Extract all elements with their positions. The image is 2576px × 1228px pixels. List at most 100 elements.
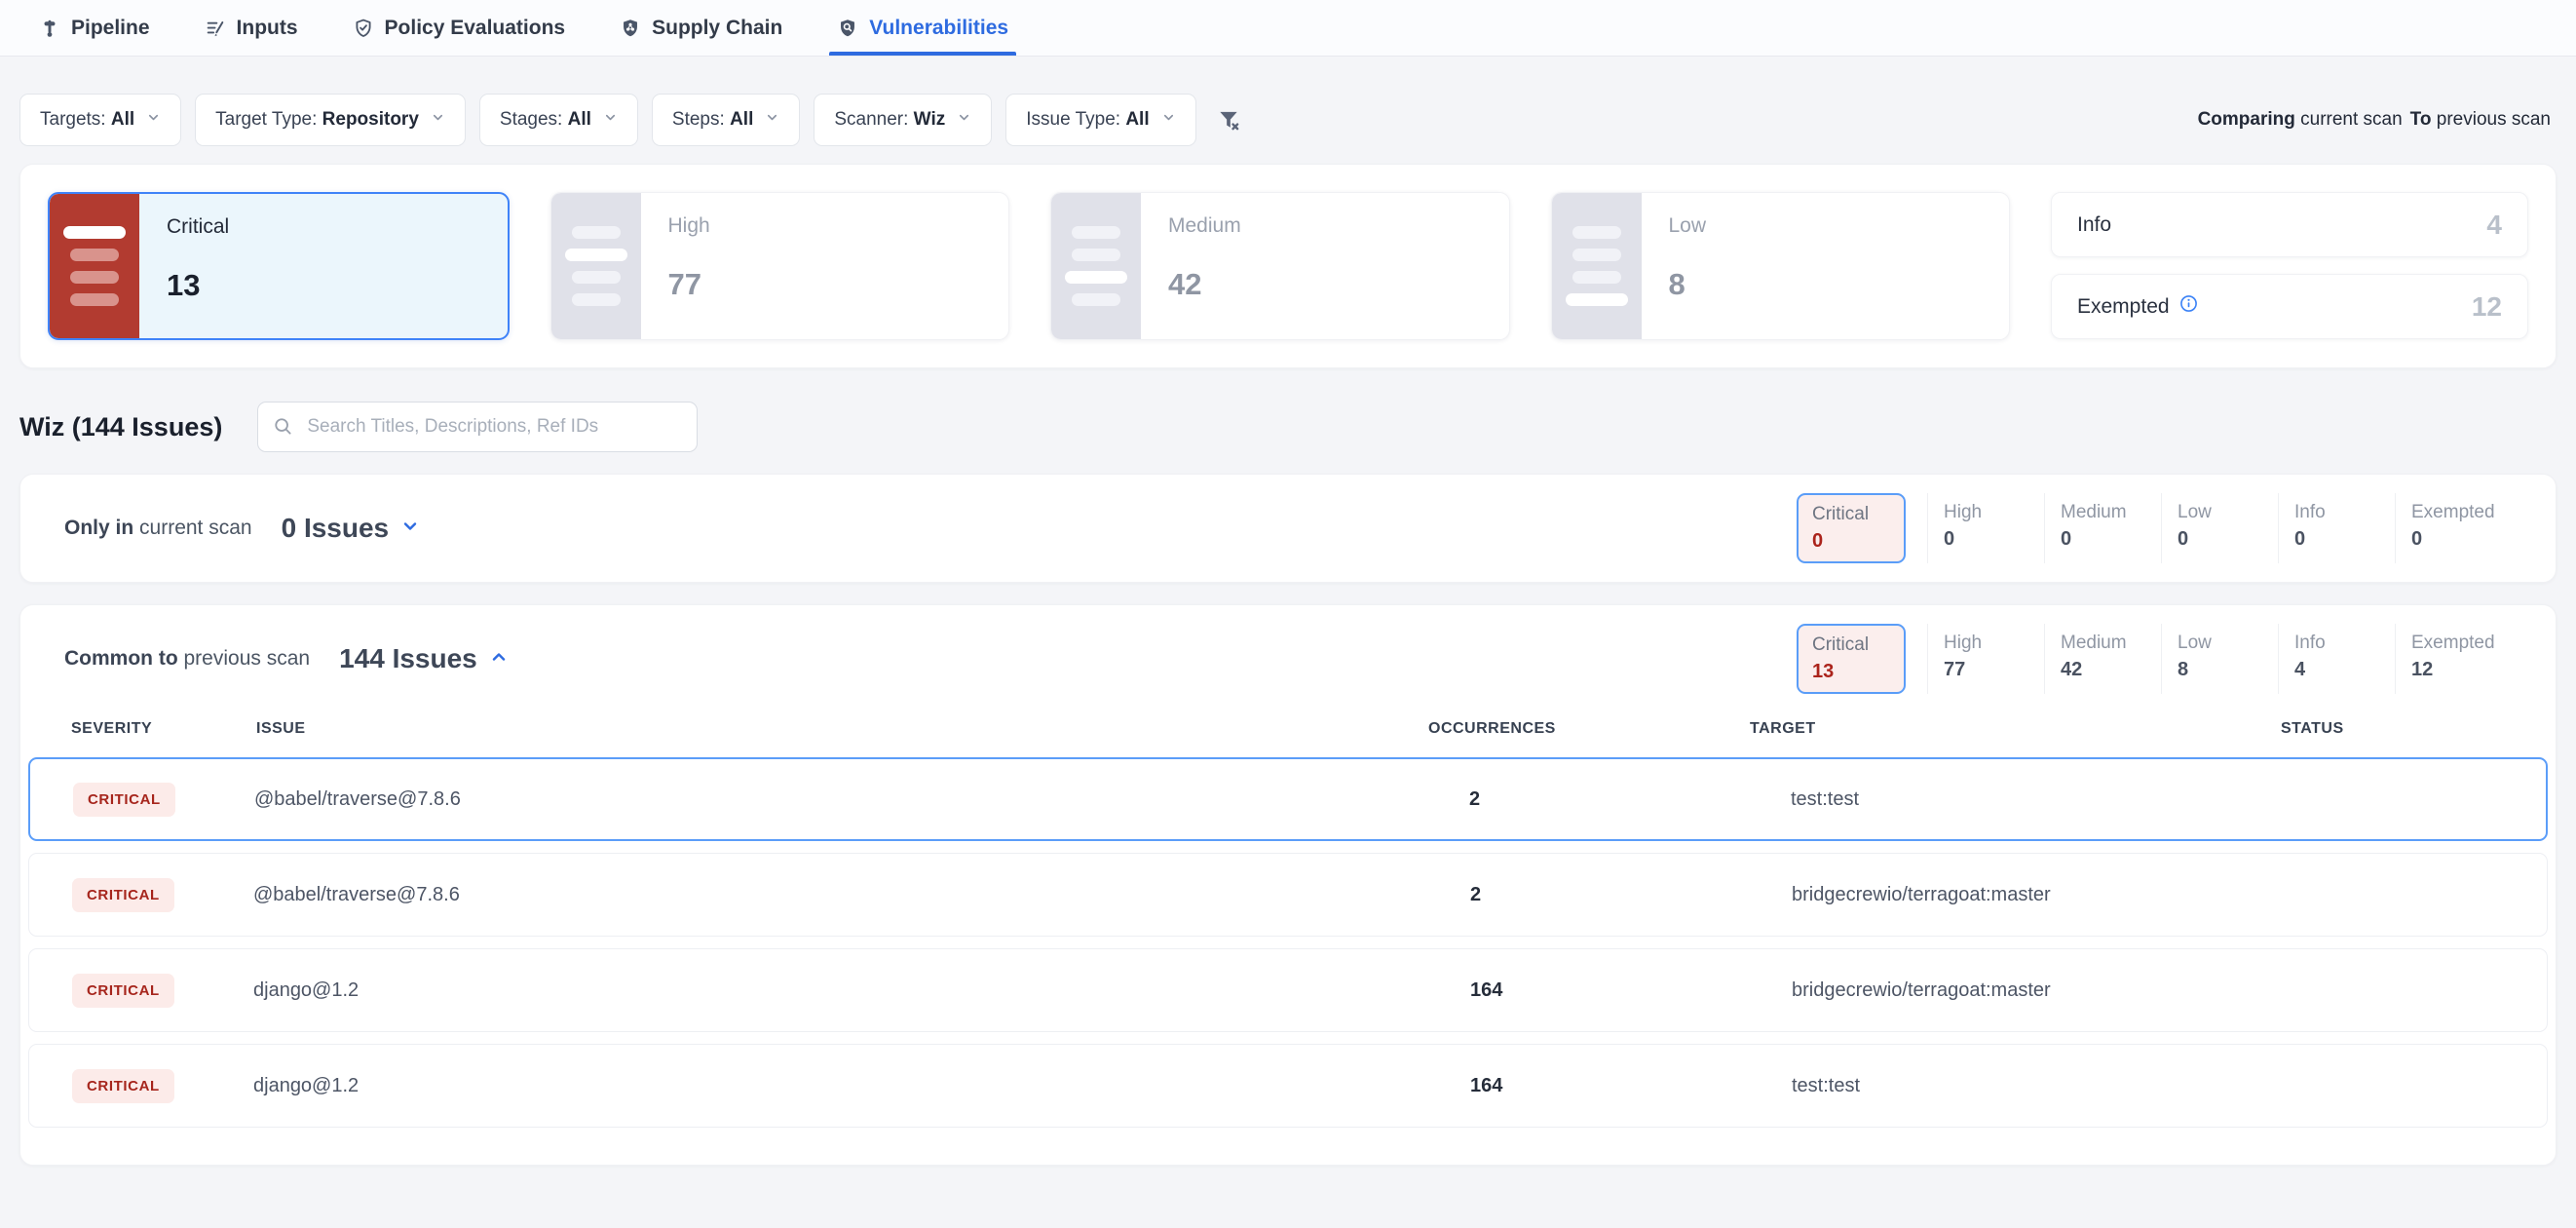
filter-targets[interactable]: Targets: All (19, 94, 181, 146)
severity-card-critical[interactable]: Critical 13 (48, 192, 510, 340)
pipeline-icon (39, 18, 60, 39)
col-status: STATUS (2281, 720, 2505, 738)
inputs-icon (205, 18, 226, 39)
count-high[interactable]: High 0 (1927, 493, 2044, 563)
filter-label: Stages: All (500, 109, 591, 131)
severity-card-label: High (668, 214, 710, 238)
clear-filters-icon[interactable] (1216, 107, 1241, 133)
tab-vulnerabilities[interactable]: Vulnerabilities (835, 0, 1010, 56)
severity-summary: Critical 13 High 77 Medium 42 Low 8 I (19, 164, 2557, 368)
severity-card-label: Info (2077, 213, 2111, 237)
count-value: 0 (2061, 528, 2161, 551)
occurrences-cell: 164 (1470, 979, 1792, 1002)
count-value: 0 (2411, 528, 2512, 551)
table-row[interactable]: CRITICAL @babel/traverse@7.8.6 2 bridgec… (28, 853, 2548, 937)
section-common-to-previous: Common to previous scan 144 Issues Criti… (19, 604, 2557, 1166)
section-issues-toggle[interactable]: 0 Issues (282, 513, 421, 544)
severity-bars-icon (1552, 193, 1642, 339)
tab-pipeline[interactable]: Pipeline (37, 0, 152, 56)
severity-counts: Critical 0 High 0 Medium 0 Low 0 Info 0 … (1797, 493, 2512, 563)
tab-supply-chain[interactable]: Supply Chain (618, 0, 784, 56)
search-icon (273, 416, 293, 441)
chevron-down-icon (146, 109, 161, 131)
severity-card-exempted[interactable]: Exempted 12 (2051, 274, 2528, 339)
count-label: High (1944, 502, 2044, 523)
severity-card-low[interactable]: Low 8 (1551, 192, 2011, 340)
count-exempted[interactable]: Exempted 12 (2395, 624, 2512, 694)
issue-cell: django@1.2 (253, 979, 1470, 1002)
filter-target-type[interactable]: Target Type: Repository (195, 94, 466, 146)
severity-card-info[interactable]: Info 4 (2051, 192, 2528, 257)
count-high[interactable]: High 77 (1927, 624, 2044, 694)
count-label: Low (2178, 502, 2278, 523)
col-issue: ISSUE (256, 720, 1428, 738)
severity-card-value: 77 (668, 267, 710, 302)
severity-card-label: Exempted (2077, 294, 2198, 319)
severity-card-label: Medium (1168, 214, 1241, 238)
severity-card-label: Critical (167, 215, 229, 239)
tab-label: Policy Evaluations (385, 17, 566, 40)
severity-badge: CRITICAL (72, 974, 174, 1008)
table-row[interactable]: CRITICAL django@1.2 164 test:test (28, 1044, 2548, 1128)
count-critical[interactable]: Critical 0 (1797, 493, 1906, 563)
count-info[interactable]: Info 0 (2278, 493, 2395, 563)
chevron-down-icon (431, 109, 445, 131)
severity-card-value: 42 (1168, 267, 1241, 302)
severity-card-value: 4 (2486, 210, 2502, 241)
section-title: Common to previous scan (64, 647, 310, 671)
count-low[interactable]: Low 0 (2161, 493, 2278, 563)
info-icon (2179, 294, 2198, 319)
count-exempted[interactable]: Exempted 0 (2395, 493, 2512, 563)
count-info[interactable]: Info 4 (2278, 624, 2395, 694)
shield-network-icon (620, 18, 641, 39)
table-body: CRITICAL @babel/traverse@7.8.6 2 test:te… (20, 757, 2556, 1165)
compare-note: Comparing current scanTo previous scan (2198, 109, 2551, 131)
count-label: Info (2294, 502, 2395, 523)
tab-inputs[interactable]: Inputs (203, 0, 300, 56)
count-value: 12 (2411, 659, 2512, 681)
issue-cell: @babel/traverse@7.8.6 (254, 788, 1469, 811)
tab-label: Vulnerabilities (869, 17, 1008, 40)
target-cell: bridgecrewio/terragoat:master (1792, 979, 2323, 1002)
occurrences-cell: 2 (1469, 788, 1791, 811)
count-medium[interactable]: Medium 42 (2044, 624, 2161, 694)
section-only-in-current: Only in current scan 0 Issues Critical 0… (19, 474, 2557, 583)
col-severity: SEVERITY (71, 720, 256, 738)
shield-check-icon (353, 18, 374, 39)
filter-label: Steps: All (672, 109, 753, 131)
count-critical[interactable]: Critical 13 (1797, 624, 1906, 694)
severity-card-value: 13 (167, 268, 229, 303)
table-row[interactable]: CRITICAL django@1.2 164 bridgecrewio/ter… (28, 948, 2548, 1032)
count-value: 77 (1944, 659, 2044, 681)
count-medium[interactable]: Medium 0 (2044, 493, 2161, 563)
issue-cell: @babel/traverse@7.8.6 (253, 884, 1470, 906)
severity-card-medium[interactable]: Medium 42 (1050, 192, 1510, 340)
severity-card-high[interactable]: High 77 (550, 192, 1010, 340)
chevron-up-icon (489, 647, 509, 672)
filter-stages[interactable]: Stages: All (479, 94, 638, 146)
count-value: 13 (1812, 661, 1890, 683)
section-header: Common to previous scan 144 Issues Criti… (20, 605, 2556, 712)
search-input[interactable] (257, 402, 698, 452)
table-row[interactable]: CRITICAL @babel/traverse@7.8.6 2 test:te… (28, 757, 2548, 841)
count-value: 8 (2178, 659, 2278, 681)
count-low[interactable]: Low 8 (2161, 624, 2278, 694)
scanner-row: Wiz (144 Issues) (19, 402, 2557, 452)
filter-label: Target Type: Repository (215, 109, 419, 131)
issue-cell: django@1.2 (253, 1075, 1470, 1097)
filter-scanner[interactable]: Scanner: Wiz (814, 94, 992, 146)
severity-bars-icon (551, 193, 641, 339)
chevron-down-icon (765, 109, 779, 131)
filter-steps[interactable]: Steps: All (652, 94, 800, 146)
section-title: Only in current scan (64, 517, 252, 540)
occurrences-cell: 2 (1470, 884, 1792, 906)
section-issues-toggle[interactable]: 144 Issues (339, 643, 509, 674)
filter-issue-type[interactable]: Issue Type: All (1005, 94, 1195, 146)
occurrences-cell: 164 (1470, 1075, 1792, 1097)
count-value: 0 (2294, 528, 2395, 551)
count-label: Exempted (2411, 633, 2512, 654)
count-value: 0 (2178, 528, 2278, 551)
count-label: High (1944, 633, 2044, 654)
tab-policy-evaluations[interactable]: Policy Evaluations (351, 0, 568, 56)
table-header: SEVERITY ISSUE OCCURRENCES TARGET STATUS (20, 712, 2556, 757)
